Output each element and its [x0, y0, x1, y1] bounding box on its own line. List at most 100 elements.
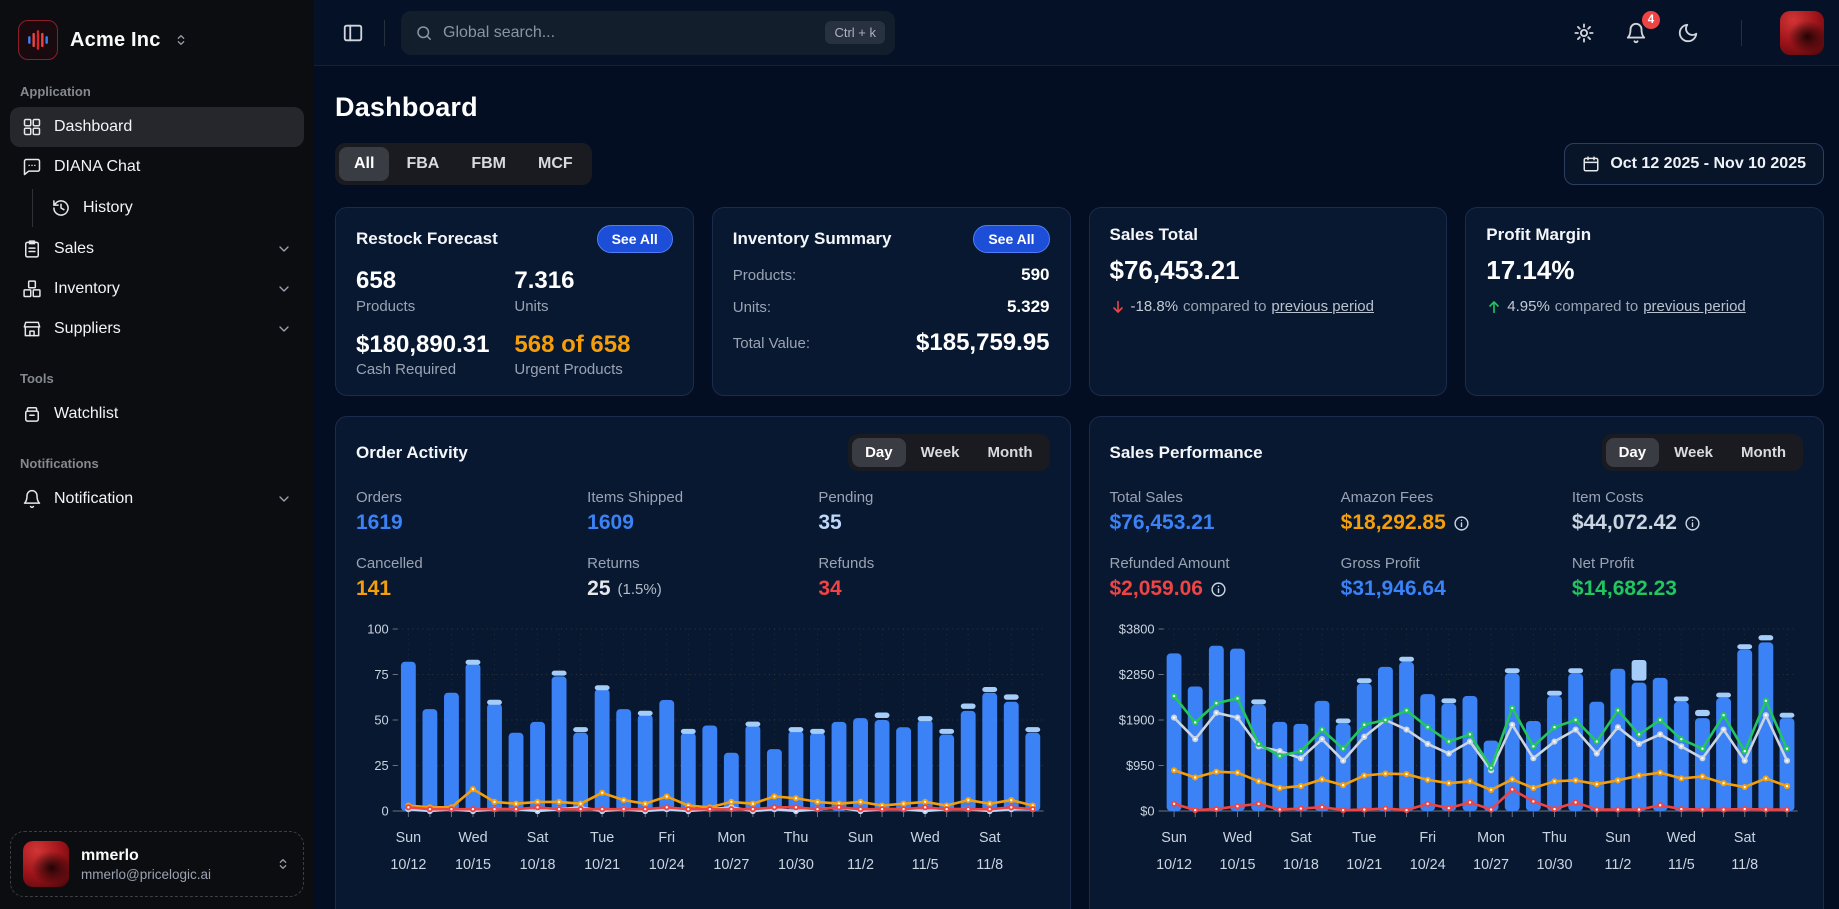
topbar-avatar[interactable]: [1780, 11, 1824, 55]
user-menu[interactable]: mmerlo mmerlo@pricelogic.ai: [10, 831, 304, 897]
sales-stat-item-costs: Item Costs$44,072.42: [1572, 489, 1803, 535]
svg-text:75: 75: [374, 667, 388, 682]
sidebar-item-history[interactable]: History: [39, 189, 304, 227]
section-label: Notifications: [20, 456, 294, 471]
main-area: Ctrl + k 4 Dashboard AllFBAFBMM: [314, 0, 1839, 909]
svg-text:Wed: Wed: [910, 830, 939, 846]
sidebar-toggle-button[interactable]: [338, 18, 368, 48]
sidebar-item-dashboard[interactable]: Dashboard: [10, 107, 304, 147]
svg-text:11/8: 11/8: [976, 857, 1003, 873]
svg-text:Thu: Thu: [1542, 830, 1567, 846]
sidebar-item-sales[interactable]: Sales: [10, 229, 304, 269]
moon-icon: [1677, 22, 1699, 44]
svg-text:$950: $950: [1125, 758, 1154, 773]
order-stat-orders: Orders1619: [356, 489, 587, 535]
svg-text:Sun: Sun: [848, 830, 874, 846]
order-period-day[interactable]: Day: [852, 438, 906, 467]
tab-fba[interactable]: FBA: [391, 147, 454, 181]
sidebar-item-label: History: [83, 199, 133, 217]
section-label: Application: [20, 84, 294, 99]
svg-text:Thu: Thu: [784, 830, 809, 846]
svg-text:10/12: 10/12: [1156, 857, 1192, 873]
restock-see-all-button[interactable]: See All: [597, 225, 673, 253]
sidebar-item-label: Suppliers: [54, 320, 121, 338]
svg-text:Tue: Tue: [590, 830, 614, 846]
svg-text:25: 25: [374, 758, 388, 773]
sidebar-item-watchlist[interactable]: Watchlist: [10, 394, 304, 434]
svg-text:50: 50: [374, 713, 388, 728]
sales-stat-total-sales: Total Sales$76,453.21: [1110, 489, 1341, 535]
svg-text:10/30: 10/30: [1536, 857, 1572, 873]
info-icon[interactable]: [1453, 515, 1470, 532]
search-input[interactable]: [443, 24, 815, 42]
svg-text:10/21: 10/21: [1346, 857, 1382, 873]
stat-products: 658Products: [356, 267, 514, 315]
order-stat-cancelled: Cancelled141: [356, 555, 587, 601]
profit-margin-card: Profit Margin 17.14% 4.95% compared to p…: [1465, 207, 1824, 396]
settings-button[interactable]: [1569, 18, 1599, 48]
order-activity-card: Order Activity DayWeekMonth Orders1619It…: [335, 416, 1071, 909]
svg-text:11/2: 11/2: [847, 857, 874, 873]
sidebar-item-label: DIANA Chat: [54, 158, 140, 176]
sales-period-day[interactable]: Day: [1606, 438, 1660, 467]
gear-icon: [1573, 22, 1595, 44]
dashboard-content: Dashboard AllFBAFBMMCF Oct 12 2025 - Nov…: [314, 66, 1839, 909]
sales-stat-net-profit: Net Profit$14,682.23: [1572, 555, 1803, 601]
sales-period-week[interactable]: Week: [1661, 438, 1726, 467]
previous-period-link[interactable]: previous period: [1271, 298, 1374, 315]
sales-icon: [22, 239, 42, 259]
sidebar-nav: Application Dashboard DIANA Chat History Sal…: [10, 62, 304, 519]
svg-text:10/18: 10/18: [520, 857, 556, 873]
global-search[interactable]: Ctrl + k: [401, 11, 895, 55]
theme-toggle-button[interactable]: [1673, 18, 1703, 48]
order-period-week[interactable]: Week: [908, 438, 973, 467]
sidebar-item-label: Notification: [54, 490, 133, 508]
order-period-month[interactable]: Month: [975, 438, 1046, 467]
tab-all[interactable]: All: [339, 147, 389, 181]
svg-text:Fri: Fri: [1419, 830, 1436, 846]
sidebar-item-inventory[interactable]: Inventory: [10, 269, 304, 309]
profit-delta: 4.95%: [1507, 298, 1550, 315]
panel-left-icon: [342, 22, 364, 44]
bell-icon: [22, 489, 42, 509]
app-root: Acme Inc Application Dashboard DIANA Chat H…: [0, 0, 1839, 909]
svg-text:11/5: 11/5: [912, 857, 939, 873]
info-icon[interactable]: [1210, 581, 1227, 598]
tab-mcf[interactable]: MCF: [523, 147, 588, 181]
svg-text:Tue: Tue: [1352, 830, 1376, 846]
suppliers-icon: [22, 319, 42, 339]
inventory-see-all-button[interactable]: See All: [973, 225, 1049, 253]
brand-name: Acme Inc: [70, 29, 161, 52]
svg-text:Fri: Fri: [658, 830, 675, 846]
workspace-switcher[interactable]: Acme Inc: [10, 14, 304, 62]
sidebar-item-diana-chat[interactable]: DIANA Chat: [10, 147, 304, 187]
svg-text:100: 100: [367, 622, 388, 637]
user-name: mmerlo: [81, 847, 211, 865]
tab-fbm[interactable]: FBM: [456, 147, 521, 181]
sales-performance-card: Sales Performance DayWeekMonth Total Sal…: [1089, 416, 1825, 909]
sales-period-month[interactable]: Month: [1728, 438, 1799, 467]
card-title: Profit Margin: [1486, 225, 1803, 245]
stat-urgent-products: 568 of 658Urgent Products: [514, 331, 672, 379]
search-icon: [415, 24, 433, 42]
date-range-picker[interactable]: Oct 12 2025 - Nov 10 2025: [1564, 143, 1824, 185]
sidebar-item-label: Watchlist: [54, 405, 118, 423]
svg-text:Sun: Sun: [1161, 830, 1187, 846]
inventory-products-row: Products:590: [733, 265, 1050, 285]
order-activity-chart: 0255075100Sun10/12Wed10/15Sat10/18Tue10/…: [356, 615, 1050, 887]
order-stat-items-shipped: Items Shipped1609: [587, 489, 818, 535]
svg-text:10/27: 10/27: [1473, 857, 1509, 873]
info-icon[interactable]: [1684, 515, 1701, 532]
svg-text:10/27: 10/27: [713, 857, 749, 873]
sidebar-subtree: History: [32, 189, 304, 227]
dashboard-icon: [22, 117, 42, 137]
sidebar-item-notification[interactable]: Notification: [10, 479, 304, 519]
sidebar-item-suppliers[interactable]: Suppliers: [10, 309, 304, 349]
history-icon: [51, 198, 71, 218]
svg-text:Sat: Sat: [979, 830, 1001, 846]
notifications-button[interactable]: 4: [1621, 18, 1651, 48]
previous-period-link[interactable]: previous period: [1643, 298, 1746, 315]
svg-text:10/12: 10/12: [390, 857, 426, 873]
svg-text:11/5: 11/5: [1667, 857, 1694, 873]
chevrons-up-down-icon: [275, 856, 291, 872]
